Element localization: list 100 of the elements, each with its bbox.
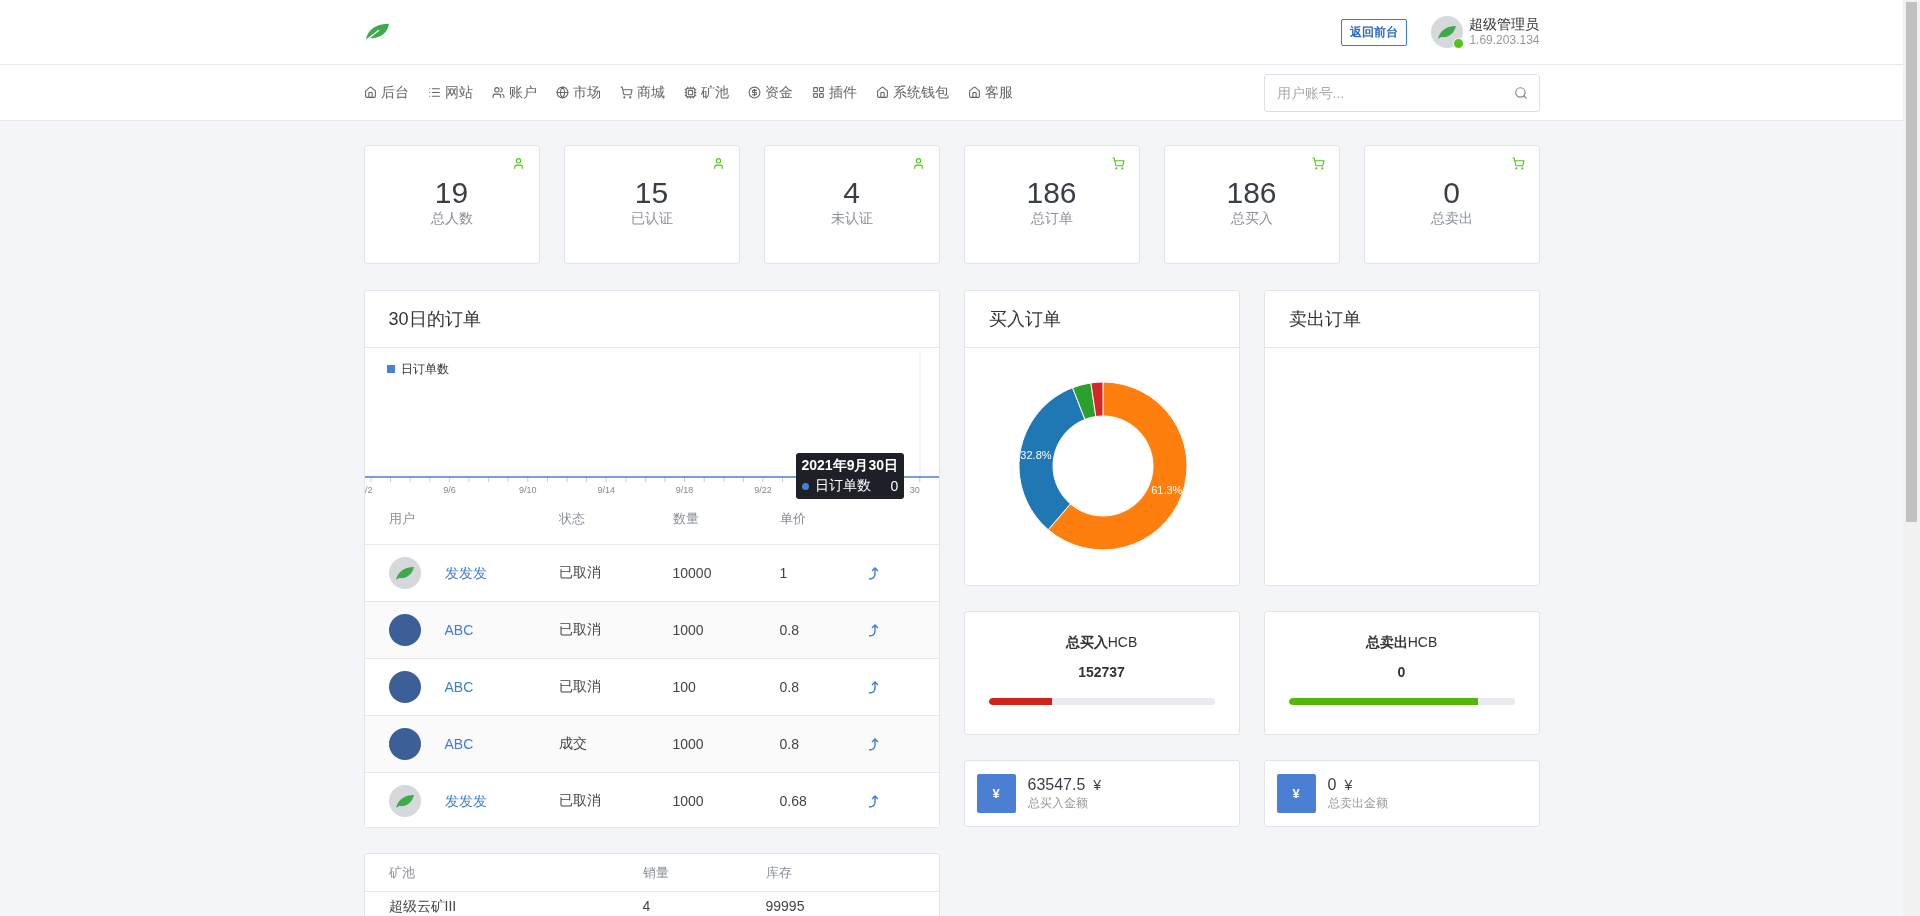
scrollbar[interactable] bbox=[1903, 0, 1920, 916]
amount-label: 总卖出金额 bbox=[1327, 794, 1388, 812]
total-value: 152737 bbox=[1078, 664, 1125, 680]
cart-icon bbox=[619, 86, 633, 99]
stat-label: 总人数 bbox=[430, 210, 473, 228]
nav-item[interactable]: 客服 bbox=[967, 83, 1013, 102]
table-cell-text: 0.68 bbox=[779, 793, 808, 809]
total-title: 总卖出HCB bbox=[1365, 634, 1438, 652]
total-title: 总买入HCB bbox=[1065, 634, 1138, 652]
cart-icon bbox=[1111, 157, 1125, 170]
user-icon bbox=[711, 157, 725, 170]
cart-icon bbox=[1311, 157, 1325, 170]
column-header: 库存 bbox=[765, 863, 793, 882]
legend-swatch bbox=[386, 365, 395, 373]
stat-value: 4 bbox=[843, 176, 860, 210]
search-icon[interactable] bbox=[1513, 85, 1528, 100]
nav-item[interactable]: 矿池 bbox=[683, 83, 729, 102]
table-cell-text: 0.8 bbox=[779, 736, 800, 752]
user-name: 超级管理员 bbox=[1469, 16, 1540, 32]
nav-item[interactable]: 资金 bbox=[747, 83, 793, 102]
curved-arrow-icon[interactable] bbox=[867, 566, 880, 580]
stat-label: 总卖出 bbox=[1430, 210, 1473, 228]
axis-tick-label: 9/10 bbox=[518, 485, 537, 493]
column-header: 销量 bbox=[642, 863, 670, 882]
table-cell-text: 1000 bbox=[672, 793, 705, 809]
axis-tick-label: 30 bbox=[909, 485, 920, 493]
axis-tick-label: /2 bbox=[364, 485, 372, 493]
curved-arrow-icon[interactable] bbox=[867, 623, 880, 637]
nav-item[interactable]: 市场 bbox=[555, 83, 601, 102]
nav-item[interactable]: 网站 bbox=[427, 83, 473, 102]
nav-item[interactable]: 后台 bbox=[363, 83, 409, 102]
curved-arrow-icon[interactable] bbox=[867, 680, 880, 694]
table-cell-text: 已取消 bbox=[558, 564, 602, 582]
leaf-avatar bbox=[388, 557, 421, 589]
leaf-avatar bbox=[1431, 16, 1464, 48]
nav-item[interactable]: 插件 bbox=[811, 83, 857, 102]
table-cell-text: 1 bbox=[779, 565, 789, 581]
table-cell-text: 超级云矿III bbox=[388, 898, 458, 916]
curved-arrow-icon[interactable] bbox=[867, 794, 880, 808]
yuan-icon: ¥ bbox=[976, 774, 1016, 813]
legend-label: 日订单数 bbox=[400, 362, 449, 376]
tooltip-title: 2021年9月30日 bbox=[801, 457, 899, 475]
axis-tick-label: 9/22 bbox=[753, 485, 772, 493]
table-cell-text: 0.8 bbox=[779, 679, 800, 695]
amount-value: 0 bbox=[1327, 775, 1337, 794]
stat-label: 总订单 bbox=[1030, 210, 1073, 228]
axis-tick-label: 9/6 bbox=[442, 485, 456, 493]
column-header: 数量 bbox=[672, 509, 700, 528]
user-icon bbox=[911, 157, 925, 170]
user-link[interactable]: 发发发 bbox=[444, 792, 487, 809]
table-cell-text: 10000 bbox=[672, 565, 713, 581]
axis-tick-label: 9/14 bbox=[596, 485, 615, 493]
tooltip-label: 日订单数 bbox=[814, 477, 871, 495]
back-to-frontend-button[interactable]: 返回前台 bbox=[1341, 18, 1408, 46]
leaf-logo bbox=[363, 22, 390, 42]
user-link[interactable]: ABC bbox=[444, 679, 474, 695]
column-header: 矿池 bbox=[388, 863, 416, 882]
amount-value: 63547.5 bbox=[1027, 775, 1086, 794]
table-cell-text: 4 bbox=[642, 898, 652, 916]
avatar-photo bbox=[388, 671, 421, 703]
house-icon bbox=[875, 86, 889, 99]
currency-sign: ¥ bbox=[1344, 775, 1353, 794]
yuan-icon: ¥ bbox=[1276, 774, 1316, 813]
nav-item[interactable]: 账户 bbox=[491, 83, 537, 102]
house-icon bbox=[363, 86, 377, 99]
list-icon bbox=[427, 86, 441, 99]
users-icon bbox=[491, 86, 505, 99]
coin-icon bbox=[747, 86, 761, 99]
cart-icon bbox=[1511, 157, 1525, 170]
grid-icon bbox=[811, 86, 825, 99]
user-link[interactable]: ABC bbox=[444, 622, 474, 638]
table-cell-text: 成交 bbox=[558, 735, 588, 753]
nav-item[interactable]: 商城 bbox=[619, 83, 665, 102]
stat-label: 未认证 bbox=[830, 210, 873, 228]
stat-label: 已认证 bbox=[630, 210, 673, 228]
house-icon bbox=[967, 86, 981, 99]
nav-item[interactable]: 系统钱包 bbox=[875, 83, 949, 102]
user-link[interactable]: 发发发 bbox=[444, 564, 487, 581]
table-cell-text: 1000 bbox=[672, 736, 705, 752]
table-cell-text: 0.8 bbox=[779, 622, 800, 638]
table-cell-text: 已取消 bbox=[558, 678, 602, 696]
curved-arrow-icon[interactable] bbox=[867, 737, 880, 751]
table-cell-text: 已取消 bbox=[558, 792, 602, 810]
search-field[interactable]: 用户账号... bbox=[1263, 73, 1540, 112]
globe-icon bbox=[555, 86, 569, 99]
stat-value: 15 bbox=[634, 176, 669, 210]
slice-label: 61.3% bbox=[1150, 483, 1182, 496]
currency-sign: ¥ bbox=[1093, 775, 1102, 794]
avatar-photo bbox=[388, 614, 421, 646]
stat-value: 0 bbox=[1443, 176, 1460, 210]
user-ip: 1.69.203.134 bbox=[1469, 32, 1540, 48]
avatar-photo bbox=[388, 728, 421, 760]
column-header: 用户 bbox=[388, 509, 416, 528]
column-header: 状态 bbox=[558, 509, 586, 528]
user-link[interactable]: ABC bbox=[444, 736, 474, 752]
slice-label: 32.8% bbox=[1019, 448, 1052, 461]
scrollbar-thumb[interactable] bbox=[1906, 2, 1917, 522]
stat-value: 19 bbox=[434, 176, 469, 210]
stat-value: 186 bbox=[1226, 176, 1277, 210]
chip-icon bbox=[683, 86, 697, 99]
